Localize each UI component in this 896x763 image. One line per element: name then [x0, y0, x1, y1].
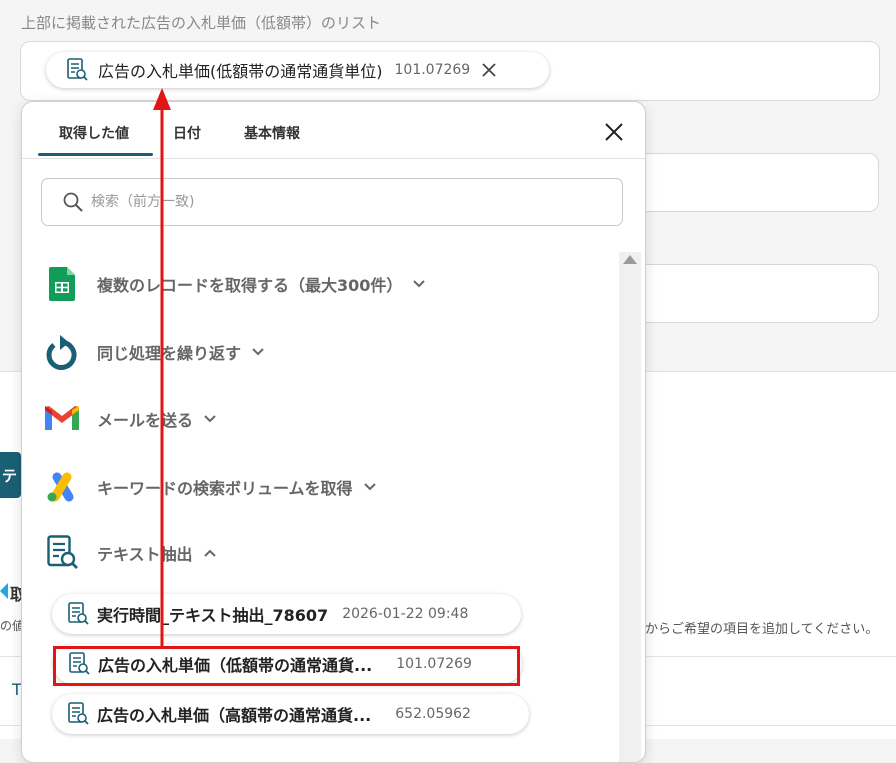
selected-value-chip[interactable]: 広告の入札単価(低額帯の通常通貨単位) 101.07269: [46, 52, 549, 88]
group-loop[interactable]: 同じ処理を繰り返す: [44, 334, 265, 370]
group-get-records[interactable]: 複数のレコードを取得する（最大300件）: [44, 266, 426, 302]
text-extract-icon: [66, 58, 88, 82]
loop-icon: [44, 334, 80, 370]
group-send-mail[interactable]: メールを送る: [44, 401, 217, 437]
group-label: 複数のレコードを取得する（最大300件）: [97, 276, 403, 295]
google-ads-icon: [44, 469, 80, 505]
search-box[interactable]: [41, 178, 623, 226]
chevron-up-icon: [203, 546, 217, 560]
tab-basic-info[interactable]: 基本情報: [244, 123, 300, 143]
group-keyword-volume[interactable]: キーワードの検索ボリュームを取得: [44, 469, 377, 505]
chevron-down-icon: [203, 412, 217, 426]
item-label: 広告の入札単価（高額帯の通常通貨...: [97, 706, 372, 725]
chip-label: 広告の入札単価(低額帯の通常通貨単位): [98, 62, 383, 81]
item-value: 652.05962: [395, 706, 471, 722]
close-icon[interactable]: [604, 122, 624, 146]
list-item-exec-time[interactable]: 実行時間_テキスト抽出_78607 2026-01-22 09:48: [52, 594, 521, 634]
text-extract-icon: [67, 702, 89, 726]
text-extract-icon: [44, 535, 80, 571]
search-icon: [63, 192, 83, 212]
google-sheets-icon: [44, 266, 80, 302]
group-label: キーワードの検索ボリュームを取得: [97, 479, 353, 498]
item-label: 実行時間_テキスト抽出_78607: [97, 606, 329, 625]
group-label: 同じ処理を繰り返す: [97, 344, 242, 363]
tab-acquired-values[interactable]: 取得した値: [59, 123, 129, 143]
remove-chip-icon[interactable]: [482, 63, 496, 77]
group-label: メールを送る: [97, 411, 194, 430]
list-item-high-bid[interactable]: 広告の入札単価（高額帯の通常通貨... 652.05962: [52, 694, 529, 734]
group-text-extract[interactable]: テキスト抽出: [44, 535, 217, 571]
input-field-3[interactable]: [625, 264, 879, 323]
helper-text: からご希望の項目を追加してください。: [645, 622, 879, 637]
group-label: テキスト抽出: [97, 545, 193, 564]
background-button[interactable]: テ: [0, 452, 21, 498]
chevron-down-icon: [412, 277, 426, 291]
chip-value: 101.07269: [394, 62, 471, 78]
text-extract-icon: [67, 602, 89, 626]
scrollbar[interactable]: [619, 252, 641, 762]
chevron-down-icon: [363, 480, 377, 494]
item-value: 2026-01-22 09:48: [342, 606, 469, 622]
active-tab-indicator: [38, 153, 153, 156]
scroll-up-icon[interactable]: [623, 255, 637, 264]
tab-date[interactable]: 日付: [173, 123, 201, 143]
gmail-icon: [44, 401, 80, 437]
search-input[interactable]: [89, 193, 573, 211]
field-label: 上部に掲載された広告の入札単価（低額帯）のリスト: [21, 14, 382, 32]
highlight-box: [53, 646, 520, 686]
input-field-2[interactable]: [625, 153, 879, 212]
chevron-down-icon: [251, 345, 265, 359]
tab-bar: 取得した値 日付 基本情報: [22, 102, 645, 159]
diamond-icon: [0, 583, 8, 599]
background-button-label: テ: [2, 467, 18, 485]
